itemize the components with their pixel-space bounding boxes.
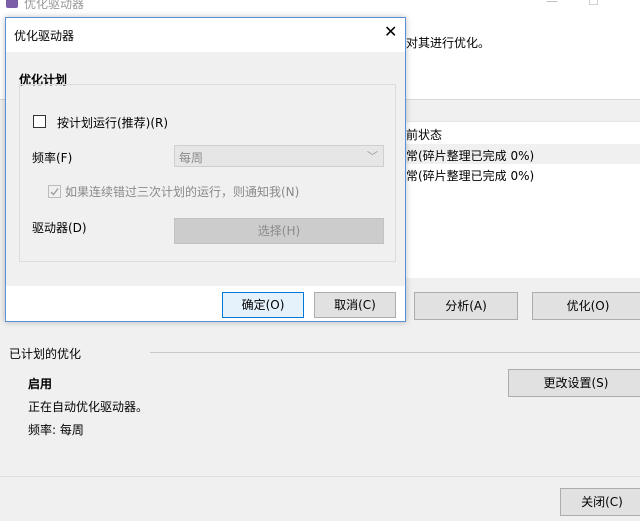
minimize-button[interactable]: —	[546, 0, 558, 8]
checkmark-icon	[50, 188, 59, 196]
frequency-label: 频率(F)	[32, 151, 73, 165]
drives-label: 驱动器(D)	[32, 221, 87, 235]
ok-button[interactable]: 确定(O)	[222, 292, 304, 318]
scheduled-state: 启用	[28, 377, 53, 391]
list-item[interactable]: 常(碎片整理已完成 0%)	[398, 144, 640, 164]
scheduled-section-header: 已计划的优化	[9, 347, 82, 361]
dialog-title: 优化驱动器	[14, 29, 75, 43]
column-header-status[interactable]: 前状态	[406, 126, 442, 143]
dialog-close-icon[interactable]: ✕	[384, 22, 397, 42]
change-settings-button[interactable]: 更改设置(S)	[508, 369, 640, 397]
main-description: 对其进行优化。	[406, 36, 491, 50]
chevron-down-icon: ﹀	[367, 150, 378, 163]
scheduled-description: 正在自动优化驱动器。	[28, 400, 149, 414]
frequency-value: 每周	[179, 151, 204, 165]
drive-list[interactable]: 前状态 常(碎片整理已完成 0%) 常(碎片整理已完成 0%)	[398, 121, 640, 278]
list-item[interactable]: 常(碎片整理已完成 0%)	[398, 164, 640, 184]
cancel-button[interactable]: 取消(C)	[314, 292, 396, 318]
optimize-button[interactable]: 优化(O)	[532, 292, 640, 320]
frequency-select[interactable]: 每周 ﹀	[174, 145, 384, 167]
footer-bar	[0, 476, 640, 521]
run-on-schedule-checkbox[interactable]	[33, 115, 46, 128]
main-window-titlebar: 优化驱动器 — ☐	[0, 0, 640, 14]
maximize-button[interactable]: ☐	[588, 0, 599, 8]
drive-status: 常(碎片整理已完成 0%)	[406, 169, 535, 183]
drive-status: 常(碎片整理已完成 0%)	[406, 149, 535, 163]
defrag-app-icon	[6, 0, 18, 8]
run-on-schedule-label[interactable]: 按计划运行(推荐)(R)	[55, 114, 171, 131]
analyze-button[interactable]: 分析(A)	[414, 292, 518, 320]
choose-drives-button[interactable]: 选择(H)	[174, 218, 384, 244]
notify-label: 如果连续错过三次计划的运行，则通知我(N)	[65, 185, 300, 199]
scheduled-divider	[150, 352, 640, 353]
optimization-schedule-dialog: 优化驱动器 ✕ 优化计划 按计划运行(推荐)(R) 频率(F) 每周 ﹀ 如果连…	[5, 17, 406, 322]
main-window-title: 优化驱动器	[24, 0, 85, 11]
notify-checkbox[interactable]	[48, 185, 61, 198]
scheduled-frequency: 频率: 每周	[28, 423, 84, 437]
close-button[interactable]: 关闭(C)	[560, 488, 640, 516]
